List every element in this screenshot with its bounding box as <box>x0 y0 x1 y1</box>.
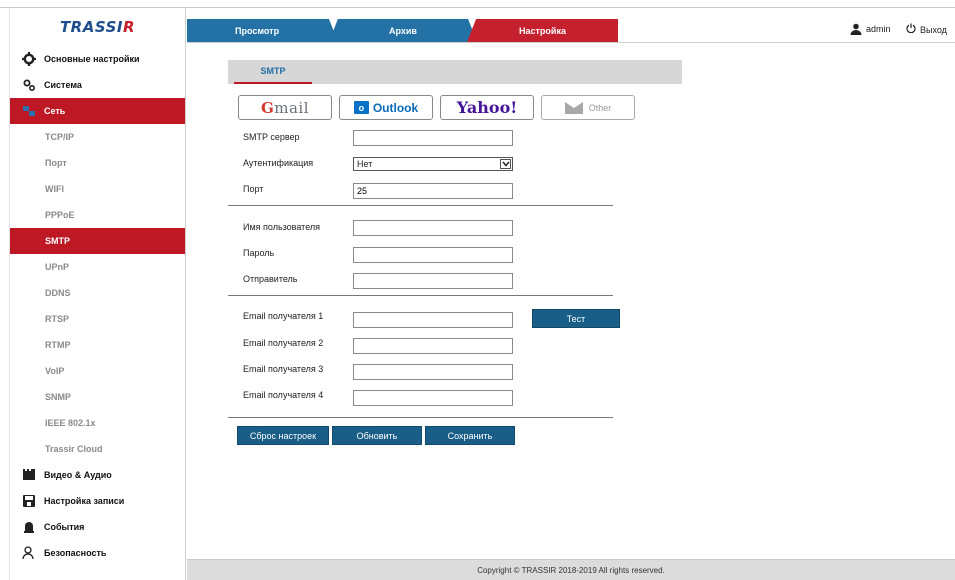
username-label: admin <box>866 24 891 34</box>
recipient4-label: Email получателя 4 <box>243 390 324 400</box>
network-icon <box>22 104 36 118</box>
sidebar-item-label: Система <box>44 80 82 90</box>
provider-buttons: Gmail o Outlook Yahoo! Other <box>238 95 635 120</box>
subtab-smtp[interactable]: SMTP <box>234 60 312 84</box>
test-button[interactable]: Тест <box>532 309 620 328</box>
gmail-label: mail <box>274 98 310 117</box>
video-icon <box>22 468 36 482</box>
recipient2-label: Email получателя 2 <box>243 338 324 348</box>
save-icon <box>22 494 36 508</box>
section-divider <box>228 295 613 296</box>
sidebar-subitem-trassir-cloud[interactable]: Trassir Cloud <box>10 436 185 462</box>
sidebar-item-label: Безопасность <box>44 548 107 558</box>
smtp-server-input[interactable] <box>353 130 513 146</box>
outlook-button[interactable]: o Outlook <box>339 95 433 120</box>
auth-select-value: Нет <box>357 159 373 169</box>
recipient3-input[interactable] <box>353 364 513 380</box>
sidebar-subitem-rtsp[interactable]: RTSP <box>10 306 185 332</box>
username-input[interactable] <box>353 220 513 236</box>
recipient4-input[interactable] <box>353 390 513 406</box>
tab-archive[interactable]: Архив <box>329 19 477 42</box>
refresh-button[interactable]: Обновить <box>332 426 422 445</box>
yahoo-button[interactable]: Yahoo! <box>440 95 534 120</box>
recipient2-input[interactable] <box>353 338 513 354</box>
user-lock-icon <box>22 546 36 560</box>
outlook-label: Outlook <box>372 100 419 115</box>
sidebar-subitem-wifi[interactable]: WIFI <box>10 176 185 202</box>
gmail-button[interactable]: Gmail <box>238 95 332 120</box>
sidebar-item-label: Основные настройки <box>44 54 140 64</box>
port-input[interactable] <box>353 183 513 199</box>
sidebar-subitem-ieee8021x[interactable]: IEEE 802.1x <box>10 410 185 436</box>
password-input[interactable] <box>353 247 513 263</box>
envelope-icon <box>564 101 583 114</box>
chevron-down-icon <box>500 159 511 169</box>
yahoo-label: Yahoo! <box>456 98 518 117</box>
gears-icon <box>22 78 36 92</box>
smtp-settings-panel: SMTP Gmail o Outlook Yahoo! Other SMTP с… <box>187 43 955 559</box>
sidebar-item-events[interactable]: События <box>10 514 185 540</box>
other-label: Other <box>588 102 612 113</box>
smtp-server-label: SMTP сервер <box>243 132 300 142</box>
sidebar-item-label: События <box>44 522 85 532</box>
sidebar-subitem-upnp[interactable]: UPnP <box>10 254 185 280</box>
user-icon <box>850 23 862 35</box>
gmail-g: G <box>260 98 275 117</box>
logout-label: Выход <box>920 24 947 35</box>
tab-view[interactable]: Просмотр <box>187 19 338 42</box>
recipient1-label: Email получателя 1 <box>243 311 324 321</box>
other-provider-button[interactable]: Other <box>541 95 635 120</box>
footer: Copyright © TRASSIR 2018-2019 All rights… <box>187 559 955 580</box>
auth-label: Аутентификация <box>243 158 314 168</box>
sidebar-subitem-tcpip[interactable]: TCP/IP <box>10 124 185 150</box>
port-label: Порт <box>243 184 264 194</box>
auth-select[interactable]: Нет <box>353 157 513 171</box>
logo-accent: R <box>122 18 136 36</box>
sidebar-subitem-port[interactable]: Порт <box>10 150 185 176</box>
section-divider <box>228 205 613 206</box>
recipient3-label: Email получателя 3 <box>243 364 324 374</box>
sidebar-item-security[interactable]: Безопасность <box>10 540 185 566</box>
tab-settings[interactable]: Настройка <box>467 19 618 42</box>
power-icon <box>906 23 916 36</box>
sidebar-item-video-audio[interactable]: Видео & Аудио <box>10 462 185 488</box>
outlook-icon: o <box>353 101 369 114</box>
sidebar: TRASSI R Основные настройки Система Сеть … <box>9 8 186 580</box>
sidebar-subitem-ddns[interactable]: DDNS <box>10 280 185 306</box>
sender-label: Отправитель <box>243 274 298 284</box>
username-field-label: Имя пользователя <box>243 222 321 232</box>
sidebar-subitem-voip[interactable]: VoIP <box>10 358 185 384</box>
logout-button[interactable]: Выход <box>906 23 947 36</box>
sidebar-item-label: Сеть <box>44 106 66 116</box>
recipient1-input[interactable] <box>353 312 513 328</box>
sidebar-item-label: Настройка записи <box>44 496 125 506</box>
sidebar-subitem-pppoe[interactable]: PPPoE <box>10 202 185 228</box>
sidebar-item-network[interactable]: Сеть <box>10 98 185 124</box>
sidebar-item-basic-settings[interactable]: Основные настройки <box>10 46 185 72</box>
sidebar-subitem-rtmp[interactable]: RTMP <box>10 332 185 358</box>
save-button[interactable]: Сохранить <box>425 426 515 445</box>
sidebar-subitem-snmp[interactable]: SNMP <box>10 384 185 410</box>
copyright-text: Copyright © TRASSIR 2018-2019 All rights… <box>477 565 665 575</box>
logo-text: TRASSI <box>59 18 123 36</box>
sidebar-item-system[interactable]: Система <box>10 72 185 98</box>
sender-input[interactable] <box>353 273 513 289</box>
trassir-logo: TRASSI R <box>10 8 185 46</box>
gear-icon <box>22 52 36 66</box>
password-label: Пароль <box>243 248 275 258</box>
section-divider <box>228 417 613 418</box>
sidebar-subitem-smtp[interactable]: SMTP <box>10 228 185 254</box>
alarm-icon <box>22 520 36 534</box>
sidebar-item-recording[interactable]: Настройка записи <box>10 488 185 514</box>
reset-settings-button[interactable]: Сброс настроек <box>237 426 329 445</box>
user-menu[interactable]: admin <box>850 23 891 35</box>
subtab-bar: SMTP <box>228 60 682 84</box>
sidebar-item-label: Видео & Аудио <box>44 470 112 480</box>
